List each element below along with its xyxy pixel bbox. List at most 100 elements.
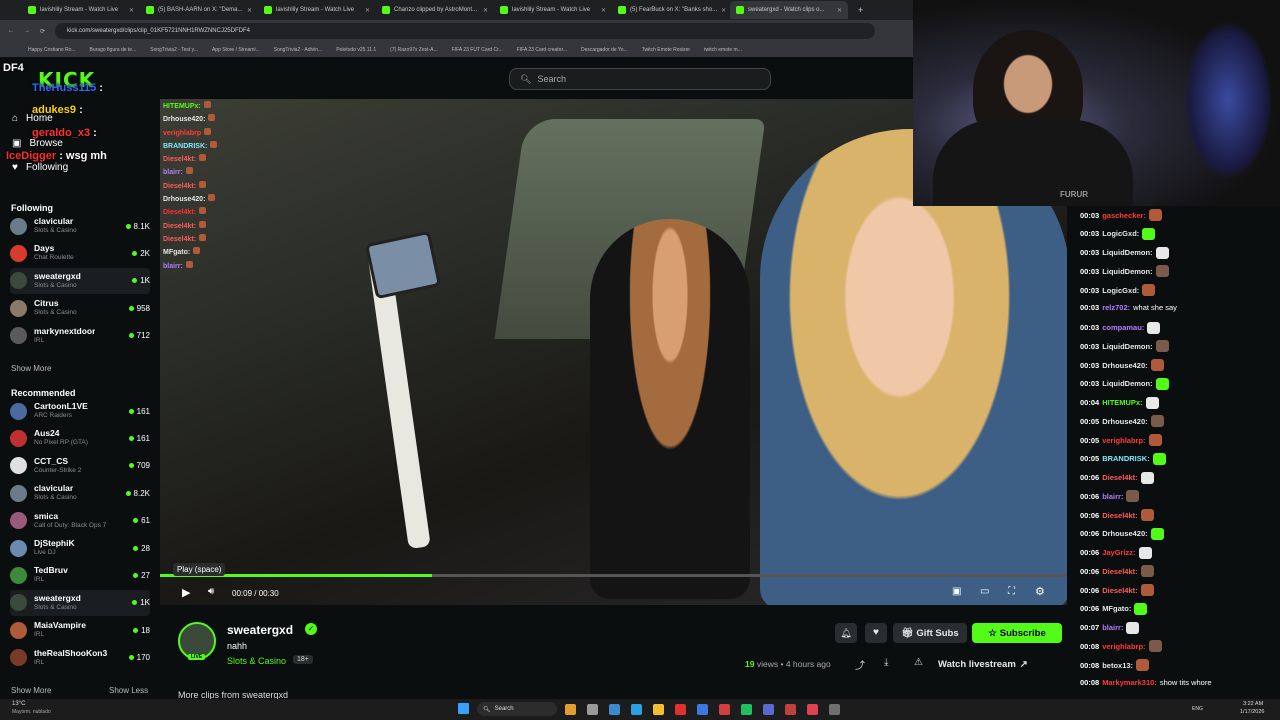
taskbar-app-icon[interactable]	[829, 704, 840, 715]
browser-tab[interactable]: (5) BASH-AARN on X: "Dema... ✕	[140, 1, 258, 19]
bookmark-item[interactable]: App Store / Streami...	[212, 47, 260, 53]
show-more-following-button[interactable]: Show More	[11, 364, 51, 373]
forward-icon[interactable]: →	[24, 28, 30, 34]
bookmark-item[interactable]: Burago figura de te...	[90, 47, 137, 53]
chat-username[interactable]: gaschecker:	[1102, 211, 1146, 220]
new-tab-icon[interactable]: +	[858, 5, 863, 15]
sidebar-channel[interactable]: clavicular Slots & Casino 8.2K	[10, 480, 150, 506]
chat-username[interactable]: HITEMUPx:	[1102, 398, 1142, 407]
taskbar-app-icon[interactable]	[587, 704, 598, 715]
chat-username[interactable]: Drhouse420:	[1102, 361, 1147, 370]
sidebar-channel[interactable]: smica Call of Duty: Black Ops 7 61	[10, 508, 150, 534]
chat-username[interactable]: compamau:	[1102, 323, 1144, 332]
nav-browse[interactable]: ▣ Browse	[12, 138, 63, 149]
bookmark-item[interactable]: twitch emote m...	[704, 47, 742, 53]
report-icon[interactable]: ⚠	[914, 657, 923, 668]
chat-username[interactable]: LiquidDemon:	[1102, 379, 1152, 388]
chat-username[interactable]: Drhouse420:	[1102, 529, 1147, 538]
bookmark-item[interactable]: Descargador de Yo...	[581, 47, 628, 53]
chat-username[interactable]: Diesel4kt:	[1102, 511, 1137, 520]
taskbar-app-icon[interactable]	[741, 704, 752, 715]
chat-username[interactable]: Diesel4kt:	[1102, 586, 1137, 595]
sidebar-channel[interactable]: markynextdoor IRL 712	[10, 323, 150, 349]
tab-close-icon[interactable]: ✕	[365, 7, 370, 14]
bookmark-item[interactable]: FIFA 23 FUT Card Cr...	[452, 47, 503, 53]
taskbar-app-icon[interactable]	[653, 704, 664, 715]
chat-username[interactable]: LiquidDemon:	[1102, 248, 1152, 257]
bookmark-item[interactable]: Peletodo v25.11.1	[336, 47, 376, 53]
chat-username[interactable]: LogicGxd:	[1102, 229, 1139, 238]
browser-tab[interactable]: Chanzo clipped by AstroMont... ✕	[376, 1, 494, 19]
tab-close-icon[interactable]: ✕	[601, 7, 606, 14]
chat-username[interactable]: LiquidDemon:	[1102, 342, 1152, 351]
taskbar-app-icon[interactable]	[631, 704, 642, 715]
watch-livestream-button[interactable]: Watch livestream ↗	[938, 654, 1048, 674]
chat-username[interactable]: verighlabrp:	[1102, 642, 1145, 651]
share-icon[interactable]: ⤴	[855, 657, 865, 672]
volume-icon[interactable]: 🔊︎	[208, 586, 214, 597]
bookmark-item[interactable]: (7) Razo97s Zest-A...	[390, 47, 438, 53]
chat-username[interactable]: Diesel4kt:	[1102, 473, 1137, 482]
progress-bar[interactable]	[160, 574, 1067, 577]
pip-icon[interactable]: ▣	[952, 586, 961, 597]
sidebar-channel[interactable]: clavicular Slots & Casino 8.1K	[10, 213, 150, 239]
taskbar-app-icon[interactable]	[785, 704, 796, 715]
bookmark-item[interactable]: SongTrivia2 - Test y...	[150, 47, 198, 53]
taskbar-app-icon[interactable]	[719, 704, 730, 715]
sidebar-channel[interactable]: Citrus Slots & Casino 958	[10, 295, 150, 321]
gift-subs-button[interactable]: 🎁︎ Gift Subs	[893, 623, 967, 643]
clip-category[interactable]: Slots & Casino	[227, 656, 286, 666]
tab-close-icon[interactable]: ✕	[721, 7, 726, 14]
taskbar-app-icon[interactable]	[675, 704, 686, 715]
chat-username[interactable]: betox13:	[1102, 661, 1133, 670]
follow-heart-icon[interactable]: ♥	[865, 623, 887, 643]
sidebar-channel[interactable]: CCT_CS Counter-Strike 2 709	[10, 453, 150, 479]
chat-username[interactable]: MFgato:	[1102, 604, 1131, 613]
tab-close-icon[interactable]: ✕	[129, 7, 134, 14]
tab-close-icon[interactable]: ✕	[837, 7, 842, 14]
sidebar-channel[interactable]: CartoonL1VE ARC Raiders 161	[10, 398, 150, 424]
streamer-name[interactable]: sweatergxd	[227, 623, 293, 637]
tab-close-icon[interactable]: ✕	[247, 7, 252, 14]
taskbar-app-icon[interactable]	[697, 704, 708, 715]
download-icon[interactable]: ⤓	[884, 657, 888, 668]
tab-close-icon[interactable]: ✕	[483, 7, 488, 14]
theater-icon[interactable]: ▭	[980, 586, 989, 597]
chat-username[interactable]: JayGrizz:	[1102, 548, 1135, 557]
bookmark-item[interactable]: FIFA 23 Card creator...	[517, 47, 567, 53]
url-input[interactable]: kick.com/sweatergxd/clips/clip_01KF5721N…	[55, 23, 876, 39]
bookmark-item[interactable]: SongTrivia2 - Adivin...	[274, 47, 322, 53]
chat-username[interactable]: Drhouse420:	[1102, 417, 1147, 426]
chat-username[interactable]: blairr:	[1102, 492, 1123, 501]
windows-start-icon[interactable]	[458, 703, 469, 714]
chat-username[interactable]: blairr:	[1102, 623, 1123, 632]
subscribe-button[interactable]: ☆ Subscribe	[972, 623, 1062, 643]
search-input[interactable]: 🔍︎ Search	[509, 68, 771, 90]
chat-username[interactable]: Markymark310:	[1102, 678, 1157, 687]
sidebar-channel[interactable]: TedBruv IRL 27	[10, 562, 150, 588]
taskbar-app-icon[interactable]	[565, 704, 576, 715]
browser-tab[interactable]: lavishlily Stream - Watch Live ✕	[258, 1, 376, 19]
chat-username[interactable]: BRANDRISK:	[1102, 454, 1150, 463]
taskbar-app-icon[interactable]	[609, 704, 620, 715]
fullscreen-icon[interactable]: ⛶	[1008, 586, 1015, 597]
show-less-button[interactable]: Show Less	[109, 686, 148, 695]
settings-icon[interactable]: ⚙︎	[1035, 585, 1045, 598]
chat-username[interactable]: relz702:	[1102, 303, 1130, 312]
play-icon[interactable]: ▶	[182, 586, 190, 599]
taskbar-app-icon[interactable]	[763, 704, 774, 715]
sidebar-channel[interactable]: theRealShooKon3 IRL 170	[10, 645, 150, 671]
taskbar-app-icon[interactable]	[807, 704, 818, 715]
chat-username[interactable]: LiquidDemon:	[1102, 267, 1152, 276]
chat-username[interactable]: verighlabrp:	[1102, 436, 1145, 445]
bell-icon[interactable]: 🔔︎	[835, 623, 857, 643]
chat-username[interactable]: Diesel4kt:	[1102, 567, 1137, 576]
chat-username[interactable]: LogicGxd:	[1102, 286, 1139, 295]
sidebar-channel[interactable]: MaiaVampire IRL 18	[10, 617, 150, 643]
taskbar-search[interactable]: 🔍︎ Search	[477, 702, 557, 716]
bookmark-item[interactable]: Twitch Emote Resizer	[642, 47, 690, 53]
sidebar-channel[interactable]: Aus24 No Pixel RP (GTA) 161	[10, 425, 150, 451]
sidebar-channel[interactable]: sweatergxd Slots & Casino 1K	[10, 267, 150, 294]
nav-following[interactable]: ♥ Following	[12, 162, 68, 173]
sidebar-channel[interactable]: DjStephiK Live DJ 28	[10, 535, 150, 561]
